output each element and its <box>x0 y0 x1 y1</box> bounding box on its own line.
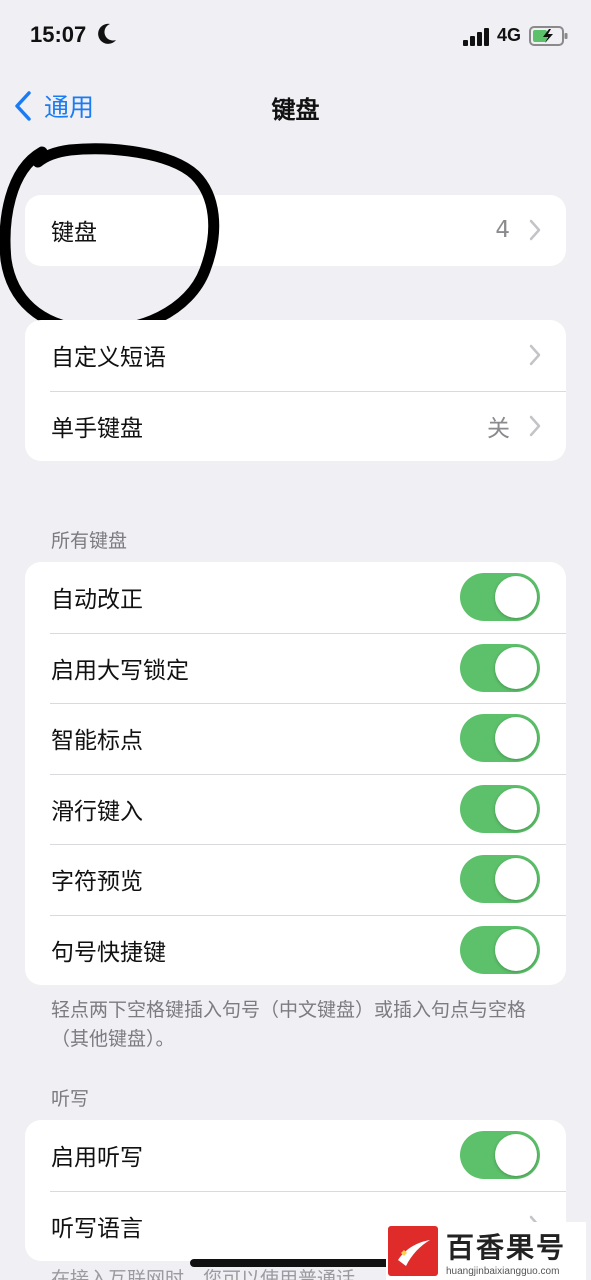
watermark-url: huangjinbaixiangguo.com <box>446 1265 560 1277</box>
navigation-bar: 通用 键盘 <box>0 78 591 134</box>
home-indicator[interactable] <box>190 1259 402 1267</box>
watermark: 百香果号 huangjinbaixiangguo.com <box>386 1222 586 1280</box>
character-preview-row: 字符预览 <box>25 844 566 915</box>
period-shortcut-footnote: 轻点两下空格键插入句号（中文键盘）或插入句点与空格（其他键盘）。 <box>51 999 527 1050</box>
toggle-knob <box>495 717 537 760</box>
battery-charging-icon <box>529 26 568 46</box>
smart-punctuation-label: 智能标点 <box>51 728 143 755</box>
caps-lock-row: 启用大写锁定 <box>25 632 566 704</box>
chevron-right-icon <box>529 415 541 436</box>
moon-icon <box>98 23 116 44</box>
enable-dictation-toggle[interactable] <box>460 1131 540 1180</box>
custom-phrases-row[interactable]: 自定义短语 <box>25 320 566 391</box>
keyboards-label: 键盘 <box>51 220 97 247</box>
keyboards-row[interactable]: 键盘 4 <box>25 195 566 266</box>
character-preview-label: 字符预览 <box>51 869 143 896</box>
auto-correct-label: 自动改正 <box>51 587 143 614</box>
enable-dictation-row: 启用听写 <box>25 1120 566 1191</box>
slide-to-type-label: 滑行键入 <box>51 798 143 825</box>
caps-lock-toggle[interactable] <box>460 643 540 692</box>
custom-phrases-label: 自定义短语 <box>51 345 166 372</box>
slide-to-type-row: 滑行键入 <box>25 773 566 845</box>
toggle-knob <box>495 646 537 689</box>
toggle-knob <box>495 576 537 619</box>
page-title: 键盘 <box>271 96 320 124</box>
character-preview-toggle[interactable] <box>460 855 540 904</box>
toggle-knob <box>495 858 537 901</box>
watermark-title: 百香果号 <box>446 1230 567 1264</box>
status-time: 15:07 <box>30 22 87 47</box>
auto-correct-row: 自动改正 <box>25 562 566 633</box>
enable-dictation-label: 启用听写 <box>51 1145 143 1172</box>
smart-punctuation-row: 智能标点 <box>25 703 566 774</box>
toggle-knob <box>495 1134 537 1177</box>
one-handed-keyboard-row[interactable]: 单手键盘 关 <box>25 390 566 462</box>
dictation-header: 听写 <box>51 1088 90 1110</box>
keyboards-count: 4 <box>495 217 510 244</box>
toggle-knob <box>495 787 537 830</box>
one-handed-keyboard-value: 关 <box>487 415 510 442</box>
signal-bars-icon <box>463 28 489 46</box>
period-shortcut-label: 句号快捷键 <box>51 939 166 966</box>
watermark-logo <box>388 1226 438 1276</box>
watermark-text: 百香果号 huangjinbaixiangguo.com <box>446 1226 566 1277</box>
all-keyboards-group: 自动改正 启用大写锁定 智能标点 滑行键入 字符预览 句号快捷键 <box>25 562 566 985</box>
slide-to-type-toggle[interactable] <box>460 784 540 833</box>
text-settings-group: 自定义短语 单手键盘 关 <box>25 320 566 461</box>
period-shortcut-row: 句号快捷键 <box>25 914 566 986</box>
chevron-right-icon <box>529 345 541 366</box>
network-type: 4G <box>497 25 522 45</box>
period-shortcut-toggle[interactable] <box>460 925 540 974</box>
caps-lock-label: 启用大写锁定 <box>51 657 189 684</box>
chevron-right-icon <box>529 220 541 241</box>
one-handed-keyboard-label: 单手键盘 <box>51 415 143 442</box>
auto-correct-toggle[interactable] <box>460 573 540 622</box>
dictation-language-label: 听写语言 <box>51 1215 143 1242</box>
all-keyboards-header: 所有键盘 <box>51 530 128 552</box>
smart-punctuation-toggle[interactable] <box>460 714 540 763</box>
keyboards-group: 键盘 4 <box>25 195 566 266</box>
status-bar: 15:07 4G <box>0 0 591 72</box>
toggle-knob <box>495 928 537 971</box>
